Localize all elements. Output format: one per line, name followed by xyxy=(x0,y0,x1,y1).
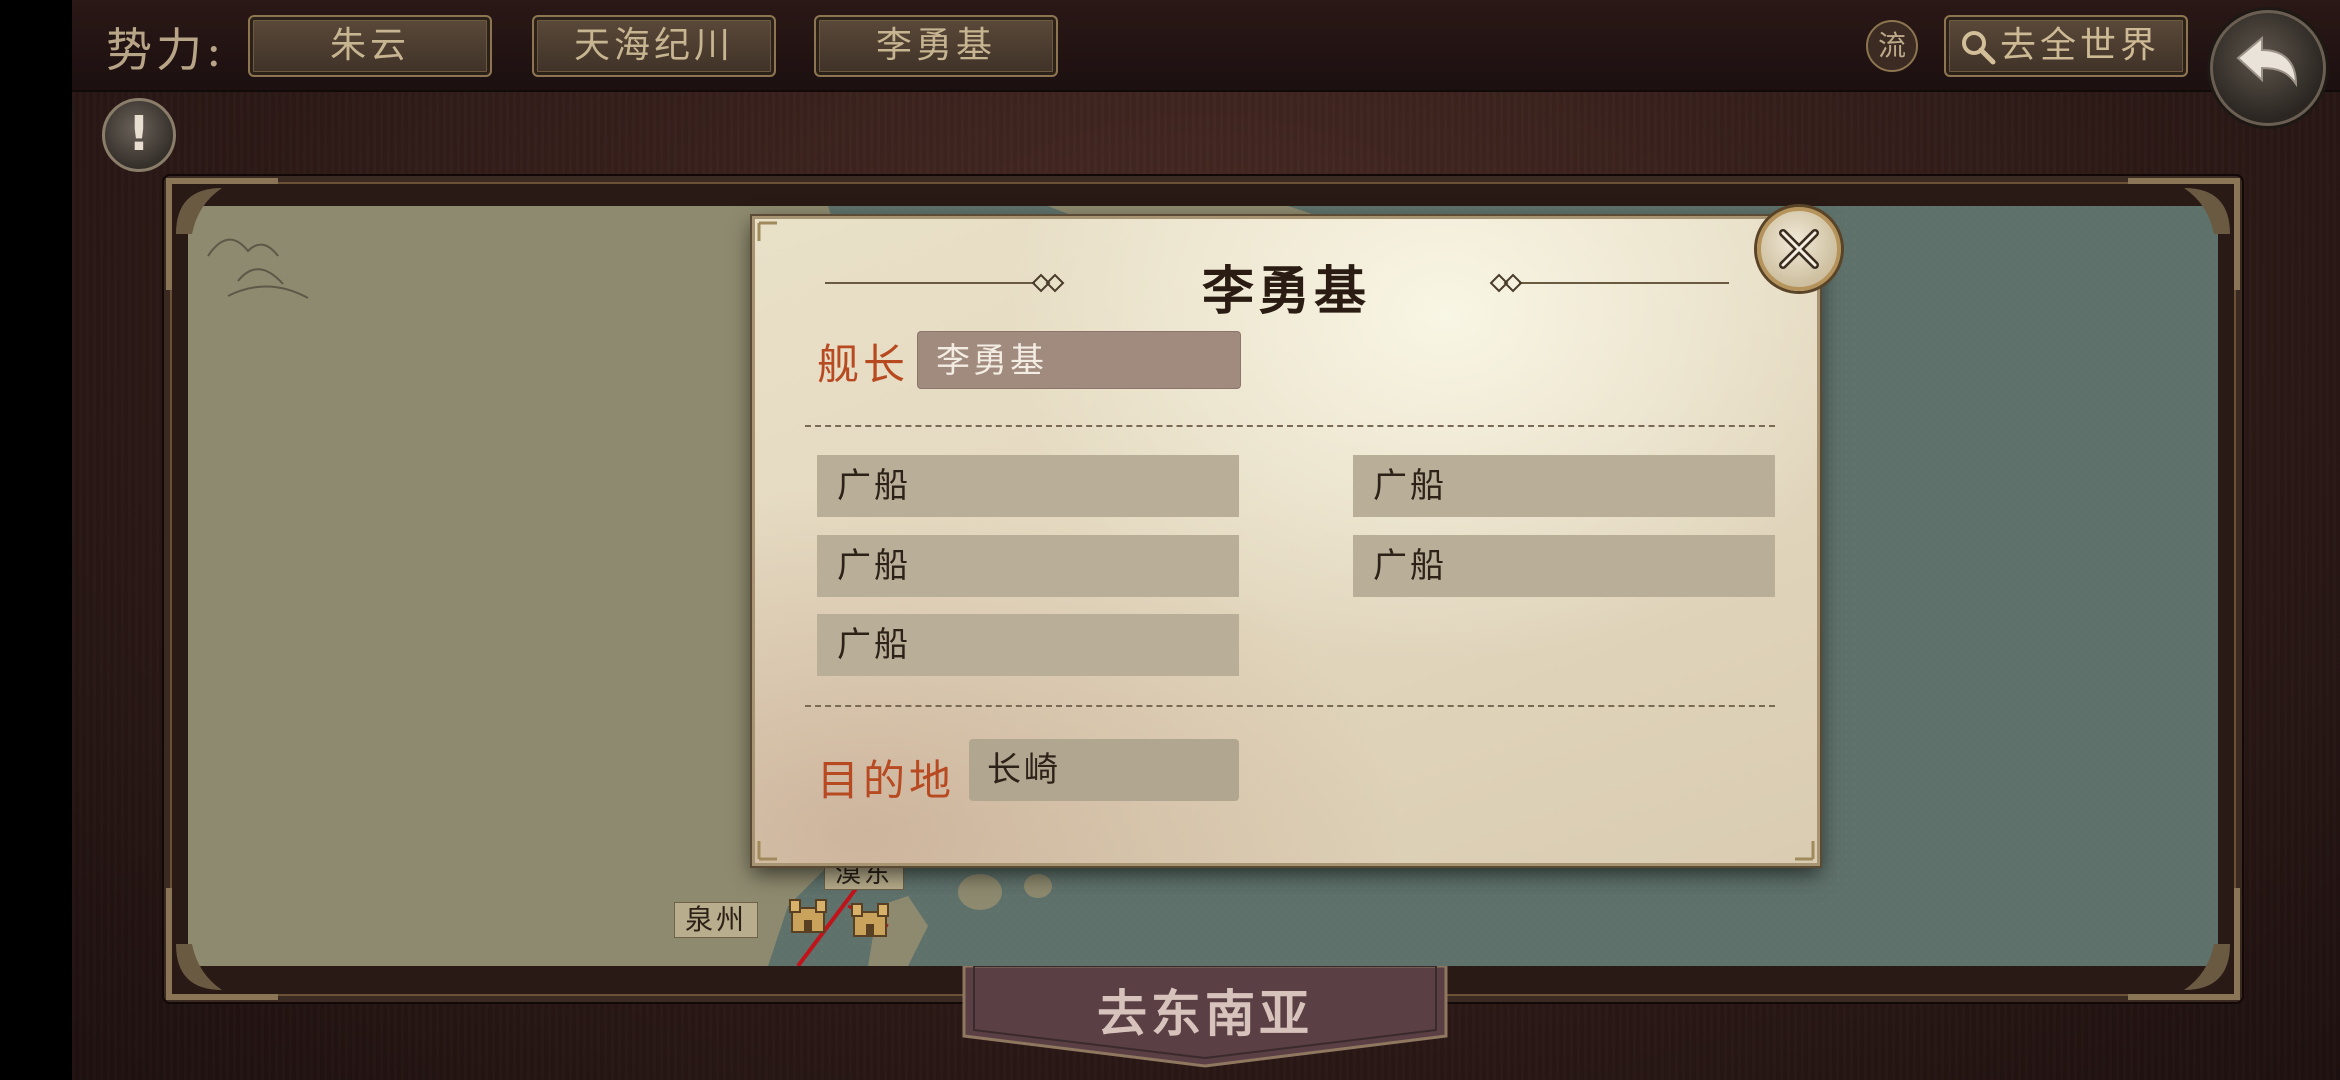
faction-tab-liyongji[interactable]: 李勇基 xyxy=(814,15,1058,77)
ship-slot[interactable]: 广船 xyxy=(817,535,1239,597)
frame-corner-ornament xyxy=(166,888,278,1000)
close-button[interactable] xyxy=(1757,207,1841,291)
ship-slot[interactable]: 广船 xyxy=(817,455,1239,517)
dialog-corner-ornament xyxy=(757,221,777,241)
top-bar: 势力: 朱云 天海纪川 李勇基 流 去全世界 xyxy=(72,0,2340,92)
search-icon xyxy=(1962,31,1996,65)
back-button[interactable] xyxy=(2210,10,2326,126)
go-world-button[interactable]: 去全世界 xyxy=(1944,15,2188,77)
frame-corner-ornament xyxy=(2128,178,2240,290)
ship-slot[interactable]: 广船 xyxy=(1353,535,1775,597)
dialog-corner-ornament xyxy=(757,841,777,861)
faction-label: 势力: xyxy=(106,23,226,77)
title-ornament-right xyxy=(1489,273,1729,293)
close-icon xyxy=(1779,229,1819,269)
ship-slot[interactable]: 广船 xyxy=(1353,455,1775,517)
frame-corner-ornament xyxy=(2128,888,2240,1000)
ship-slot[interactable]: 广船 xyxy=(817,614,1239,676)
divider xyxy=(805,425,1775,427)
divider xyxy=(805,705,1775,707)
frame-corner-ornament xyxy=(166,178,278,290)
faction-tab-tianhai[interactable]: 天海纪川 xyxy=(532,15,776,77)
go-southeast-asia-label: 去东南亚 xyxy=(1097,984,1313,1043)
destination-label: 目的地 xyxy=(817,756,956,805)
castle-icon[interactable] xyxy=(848,896,892,940)
liu-button[interactable]: 流 xyxy=(1866,20,1918,72)
game-screen: 势力: 朱云 天海纪川 李勇基 流 去全世界 ! 泉州 漠东 去东南亚 李勇基 … xyxy=(72,0,2340,1080)
alert-icon[interactable]: ! xyxy=(102,98,176,172)
city-label-quanzhou[interactable]: 泉州 xyxy=(674,902,759,938)
back-arrow-icon xyxy=(2236,35,2298,88)
captain-label: 舰长 xyxy=(817,340,910,389)
faction-tab-zhuyun[interactable]: 朱云 xyxy=(248,15,492,77)
dialog-corner-ornament xyxy=(1795,841,1815,861)
captain-field: 李勇基 xyxy=(917,331,1241,389)
destination-field: 长崎 xyxy=(969,739,1239,801)
fleet-info-dialog: 李勇基 舰长 李勇基 广船 广船 广船 广船 广船 目的地 长崎 xyxy=(752,207,1841,866)
go-southeast-asia-button[interactable]: 去东南亚 xyxy=(962,966,1448,1068)
go-world-label: 去全世界 xyxy=(2000,25,2161,66)
castle-icon[interactable] xyxy=(786,892,830,936)
